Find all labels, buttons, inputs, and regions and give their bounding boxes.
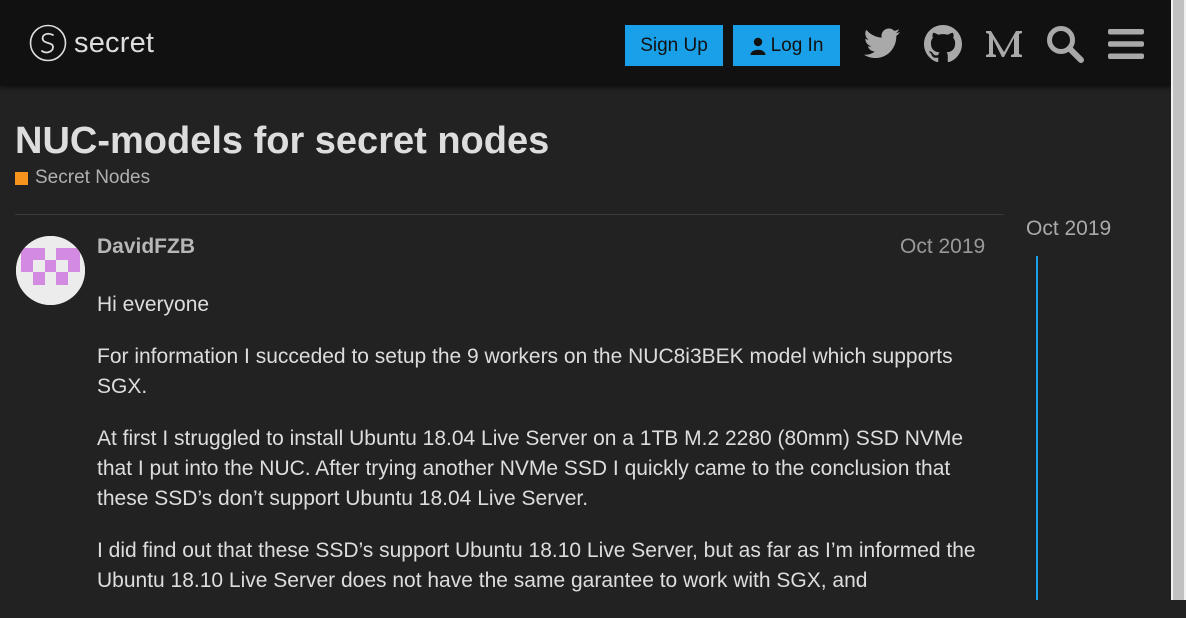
- logo-text: secret: [74, 26, 155, 59]
- post-author-username[interactable]: DavidFZB: [97, 235, 195, 259]
- category-label: Secret Nodes: [35, 167, 151, 188]
- user-icon: [750, 37, 766, 55]
- topic-title[interactable]: NUC-models for secret nodes: [15, 120, 549, 163]
- github-icon[interactable]: [923, 24, 963, 64]
- sign-up-button[interactable]: Sign Up: [625, 25, 723, 66]
- category-color-square: [15, 171, 28, 185]
- site-logo[interactable]: secret: [29, 24, 154, 62]
- twitter-icon[interactable]: [862, 24, 902, 64]
- timeline-scroller-line[interactable]: [1036, 256, 1038, 600]
- site-header: secret Sign Up Log In: [0, 0, 1171, 86]
- post-paragraph: I did find out that these SSD’s support …: [97, 539, 976, 592]
- hamburger-menu-icon[interactable]: [1106, 24, 1146, 64]
- avatar[interactable]: [16, 236, 85, 305]
- post-body: Hi everyone For information I succeded t…: [97, 290, 997, 618]
- post-date[interactable]: Oct 2019: [900, 235, 985, 259]
- timeline-start-date[interactable]: Oct 2019: [1026, 217, 1111, 241]
- post-paragraph: For information I succeded to setup the …: [97, 345, 953, 398]
- scrollbar-thumb[interactable]: [1173, 0, 1184, 600]
- search-icon[interactable]: [1045, 24, 1085, 64]
- log-in-label: Log In: [770, 34, 824, 56]
- log-in-button[interactable]: Log In: [733, 25, 840, 66]
- medium-icon[interactable]: [984, 24, 1024, 64]
- topic-divider: [15, 214, 1004, 215]
- category-badge[interactable]: Secret Nodes: [15, 167, 150, 189]
- secret-logo-icon: [29, 24, 67, 62]
- post-paragraph: At first I struggled to install Ubuntu 1…: [97, 427, 964, 510]
- post-paragraph: Hi everyone: [97, 293, 210, 316]
- sign-up-label: Sign Up: [640, 34, 708, 56]
